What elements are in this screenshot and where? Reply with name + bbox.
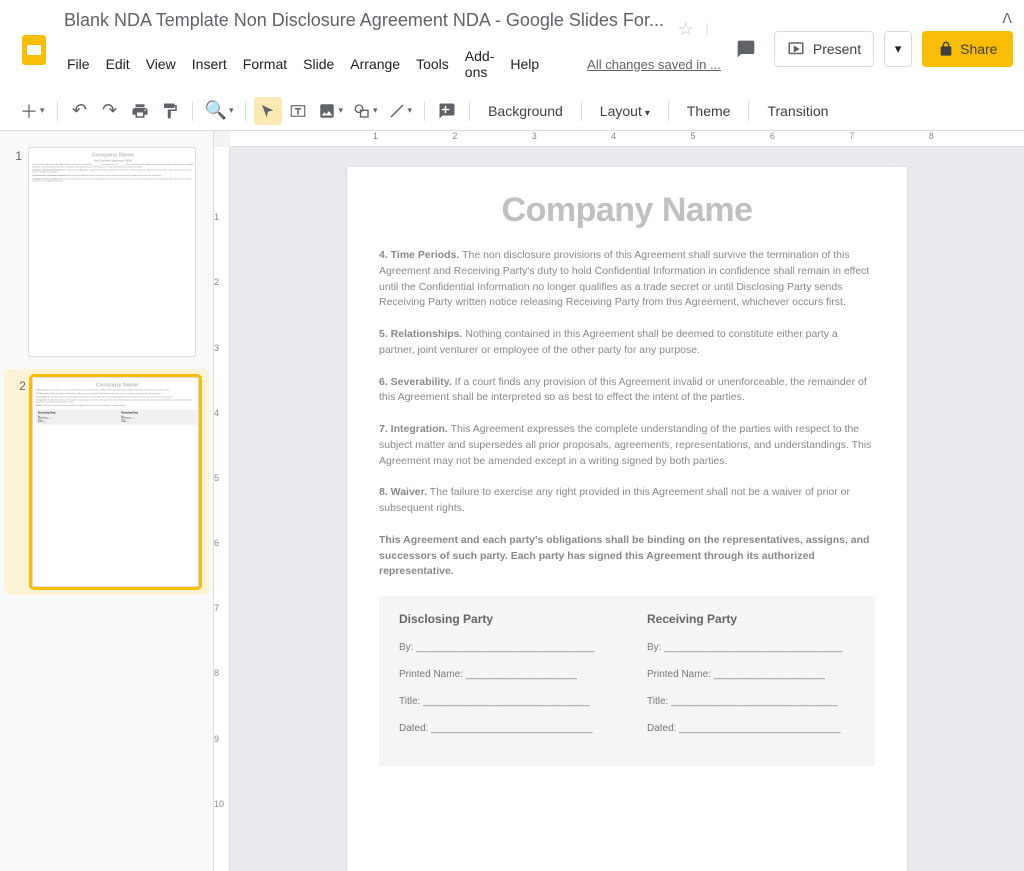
sig-dated: Dated: _____________________________ [399,723,607,734]
ruler-horizontal: 1 2 3 4 5 6 7 8 [230,131,1024,147]
share-button[interactable]: Share [922,31,1013,67]
comment-tool[interactable] [433,97,461,125]
para-relationships[interactable]: 5. Relationships. Nothing contained in t… [379,327,875,359]
menu-tools[interactable]: Tools [409,52,456,76]
menu-arrange[interactable]: Arrange [343,52,407,76]
comments-icon[interactable] [728,31,764,67]
image-tool[interactable]: ▾ [314,97,347,125]
receiving-heading: Receiving Party [647,612,855,626]
menu-addons[interactable]: Add-ons [458,44,502,84]
save-status[interactable]: All changes saved in ... [580,53,728,76]
theme-button[interactable]: Theme [677,103,741,119]
paint-format-button[interactable] [156,97,184,125]
toolbar: ＋▾ ↶ ↷ 🔍▾ ▾ ▾ ▾ Background Layout▾ Theme… [0,91,1024,131]
star-icon[interactable]: ☆ [678,19,694,40]
menu-edit[interactable]: Edit [99,52,137,76]
slide-canvas[interactable]: Company Name 4. Time Periods. The non di… [347,167,907,871]
sig-title: Title: ______________________________ [647,696,855,707]
print-button[interactable] [126,97,154,125]
redo-button[interactable]: ↷ [96,97,124,125]
menu-insert[interactable]: Insert [185,52,234,76]
sig-dated: Dated: _____________________________ [647,723,855,734]
slides-logo[interactable] [16,29,52,69]
thumb-number: 2 [12,377,26,587]
para-time-periods[interactable]: 4. Time Periods. The non disclosure prov… [379,248,875,311]
line-tool[interactable]: ▾ [384,97,417,125]
canvas-area[interactable]: 1 2 3 4 5 6 7 8 1 2 3 4 5 6 7 8 9 10 Com… [214,131,1024,871]
shape-tool[interactable]: ▾ [349,97,382,125]
thumb-number: 1 [8,147,22,357]
menu-view[interactable]: View [139,52,183,76]
select-tool[interactable] [254,97,282,125]
collapse-toolbar-icon[interactable]: ᐱ [1002,10,1012,27]
menu-file[interactable]: File [60,52,97,76]
signature-block[interactable]: Disclosing Party By: ___________________… [379,596,875,766]
background-button[interactable]: Background [478,103,573,119]
textbox-tool[interactable] [284,97,312,125]
filmstrip[interactable]: 1 Company Name Non-Disclosure Agreement … [0,131,214,871]
sig-by: By: ________________________________ [647,642,855,653]
menu-slide[interactable]: Slide [296,52,341,76]
layout-button[interactable]: Layout▾ [590,103,660,119]
slide-heading[interactable]: Company Name [379,191,875,230]
menu-format[interactable]: Format [236,52,294,76]
para-waiver[interactable]: 8. Waiver. The failure to exercise any r… [379,485,875,517]
sig-printed: Printed Name: ____________________ [399,669,607,680]
zoom-button[interactable]: 🔍▾ [201,97,238,125]
sig-by: By: ________________________________ [399,642,607,653]
present-dropdown[interactable]: ▾ [884,31,912,67]
document-title[interactable]: Blank NDA Template Non Disclosure Agreem… [60,8,668,33]
menu-help[interactable]: Help [503,52,546,76]
sig-printed: Printed Name: ____________________ [647,669,855,680]
new-slide-button[interactable]: ＋▾ [16,97,49,125]
menubar: File Edit View Insert Format Slide Arran… [60,40,728,90]
para-integration[interactable]: 7. Integration. This Agreement expresses… [379,422,875,469]
slide-thumb-2[interactable]: Company Name 4. Time Periods. The non di… [32,377,199,587]
para-binding[interactable]: This Agreement and each party's obligati… [379,533,875,580]
ruler-vertical: 1 2 3 4 5 6 7 8 9 10 [214,147,230,871]
para-severability[interactable]: 6. Severability. If a court finds any pr… [379,375,875,407]
present-button[interactable]: Present [774,31,874,67]
undo-button[interactable]: ↶ [66,97,94,125]
transition-button[interactable]: Transition [757,103,838,119]
sig-title: Title: ______________________________ [399,696,607,707]
disclosing-heading: Disclosing Party [399,612,607,626]
slide-thumb-1[interactable]: Company Name Non-Disclosure Agreement (N… [28,147,196,357]
